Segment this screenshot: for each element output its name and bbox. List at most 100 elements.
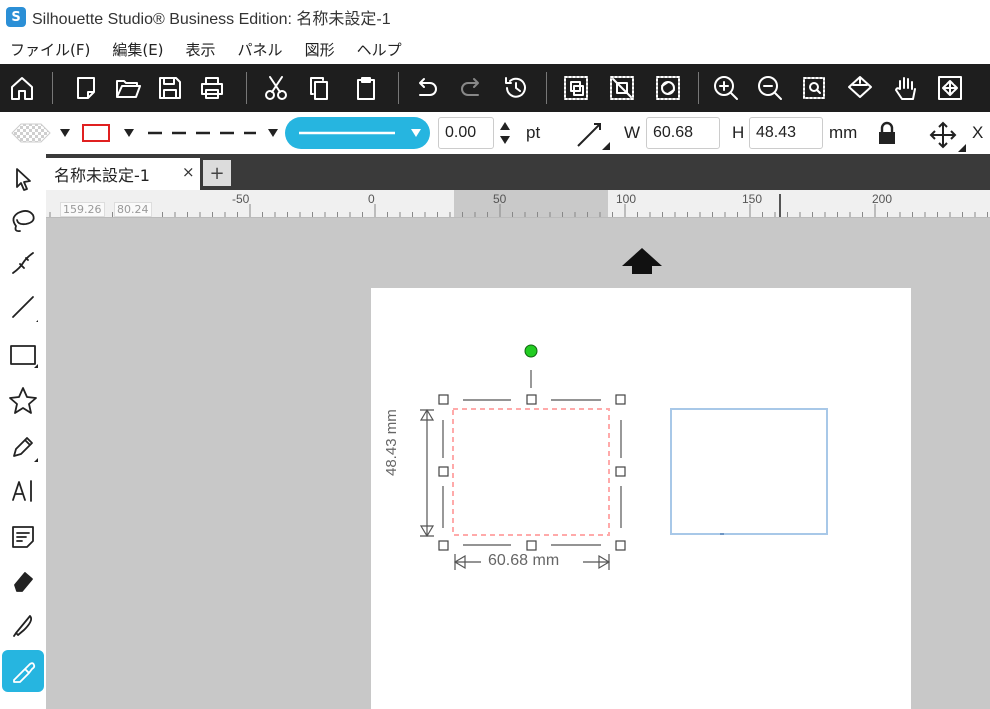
title-bar: S Silhouette Studio® Business Edition: 名… — [0, 0, 990, 34]
menu-file[interactable]: ファイル(F) — [10, 39, 90, 60]
resize-handle[interactable] — [615, 394, 626, 405]
menu-panel[interactable]: パネル — [238, 39, 283, 60]
line-width-stepper-icon[interactable] — [498, 118, 512, 148]
resize-handle[interactable] — [438, 466, 449, 477]
text-tool-icon[interactable] — [2, 470, 44, 512]
resize-handle[interactable] — [526, 394, 537, 405]
cut-icon[interactable] — [258, 70, 294, 106]
resize-handle[interactable] — [615, 466, 626, 477]
ruler-position-y: 80.24 — [114, 202, 152, 217]
resize-handle[interactable] — [438, 394, 449, 405]
line-draw-icon[interactable] — [2, 286, 44, 328]
width-label: W — [624, 123, 641, 142]
line-style-dashed[interactable] — [146, 122, 258, 144]
toolbar-divider — [246, 72, 247, 104]
lock-aspect-icon[interactable] — [876, 120, 898, 146]
close-tab-icon[interactable]: × — [182, 163, 195, 181]
lasso-icon[interactable] — [2, 200, 44, 242]
eyedropper-icon[interactable] — [2, 650, 44, 692]
resize-handle[interactable] — [526, 540, 537, 551]
page-up-arrow-icon[interactable] — [620, 246, 664, 276]
resize-handle[interactable] — [615, 540, 626, 551]
tool-panel — [0, 154, 46, 709]
toolbar-divider — [698, 72, 699, 104]
size-unit: mm — [829, 123, 858, 142]
rectangle-icon[interactable] — [2, 334, 44, 376]
rectangle-shape[interactable] — [670, 408, 828, 535]
toolbar-divider — [546, 72, 547, 104]
app-logo-icon: S — [6, 7, 26, 27]
ruler-label: 50 — [493, 192, 507, 206]
add-tab-button[interactable]: + — [203, 160, 231, 186]
position-x-label: X — [972, 123, 984, 142]
open-folder-icon[interactable] — [110, 70, 146, 106]
star-polygon-icon[interactable] — [2, 380, 44, 422]
menu-bar: ファイル(F) 編集(E) 表示 パネル 図形 ヘルプ — [0, 34, 990, 64]
move-view-icon[interactable] — [932, 70, 968, 106]
paste-icon[interactable] — [348, 70, 384, 106]
width-field[interactable]: 60.68 — [646, 117, 720, 149]
line-tool-icon[interactable] — [572, 118, 612, 152]
ruler-label: 200 — [872, 192, 893, 206]
eraser-icon[interactable] — [2, 560, 44, 602]
edit-points-icon[interactable] — [2, 242, 44, 284]
ruler-label: 100 — [616, 192, 637, 206]
cutting-mat-page[interactable]: 48.43 mm 60.68 mm — [371, 288, 911, 709]
pan-hand-icon[interactable] — [888, 70, 924, 106]
horizontal-ruler: 159.26 80.24 -50 0 50 100 150 200 — [46, 190, 990, 218]
menu-shape[interactable]: 図形 — [305, 39, 335, 60]
line-color-swatch[interactable] — [82, 124, 110, 142]
fill-dropdown-icon[interactable] — [60, 129, 70, 137]
zoom-out-icon[interactable] — [752, 70, 788, 106]
line-width-field[interactable]: 0.00 — [438, 117, 494, 149]
rotate-handle[interactable] — [524, 344, 538, 358]
text-box-icon[interactable] — [2, 516, 44, 558]
compound-path-icon[interactable] — [650, 70, 686, 106]
line-style-dropdown-icon[interactable] — [268, 129, 278, 137]
toolbar-divider — [52, 72, 53, 104]
window-title: Silhouette Studio® Business Edition: 名称未… — [32, 11, 391, 28]
height-label: H — [732, 123, 745, 142]
canvas-area[interactable]: 48.43 mm 60.68 mm — [46, 218, 990, 709]
redo-icon[interactable] — [454, 70, 490, 106]
ruler-label: -50 — [232, 192, 250, 206]
menu-edit[interactable]: 編集(E) — [112, 39, 163, 60]
pencil-draw-icon[interactable] — [2, 426, 44, 468]
zoom-in-icon[interactable] — [708, 70, 744, 106]
resize-handle[interactable] — [438, 540, 449, 551]
ungroup-icon[interactable] — [604, 70, 640, 106]
history-icon[interactable] — [498, 70, 534, 106]
selection-overlay — [419, 344, 828, 570]
undo-icon[interactable] — [408, 70, 444, 106]
height-field[interactable]: 48.43 — [749, 117, 823, 149]
select-pointer-icon[interactable] — [2, 158, 44, 200]
ruler-label: 150 — [742, 192, 763, 206]
new-document-icon[interactable] — [68, 70, 104, 106]
width-dimension-label: 60.68 mm — [488, 552, 560, 569]
property-bar: 0.00 pt W 60.68 H 48.43 mm X — [0, 112, 990, 154]
line-width-unit: pt — [526, 123, 541, 142]
toolbar-divider — [398, 72, 399, 104]
document-tab-strip: 名称未設定-1 × + — [46, 154, 990, 190]
tab-document[interactable]: 名称未設定-1 — [46, 158, 200, 190]
knife-icon[interactable] — [2, 604, 44, 646]
menu-help[interactable]: ヘルプ — [357, 39, 402, 60]
home-icon[interactable] — [4, 70, 40, 106]
tab-label: 名称未設定-1 — [54, 166, 150, 185]
print-icon[interactable] — [194, 70, 230, 106]
menu-view[interactable]: 表示 — [186, 39, 216, 60]
position-move-icon[interactable] — [926, 120, 966, 154]
line-color-dropdown-icon[interactable] — [124, 129, 134, 137]
selected-rectangle-shape[interactable] — [452, 408, 610, 536]
ruler-position-x: 159.26 — [60, 202, 105, 217]
save-icon[interactable] — [152, 70, 188, 106]
copy-icon[interactable] — [302, 70, 338, 106]
main-toolbar — [0, 64, 990, 112]
group-icon[interactable] — [558, 70, 594, 106]
ruler-label: 0 — [368, 192, 375, 206]
height-dimension-label: 48.43 mm — [383, 409, 400, 476]
fit-to-page-icon[interactable] — [842, 70, 878, 106]
fill-pattern-swatch[interactable] — [8, 120, 54, 146]
line-width-slider[interactable] — [285, 117, 430, 149]
zoom-selected-icon[interactable] — [796, 70, 832, 106]
